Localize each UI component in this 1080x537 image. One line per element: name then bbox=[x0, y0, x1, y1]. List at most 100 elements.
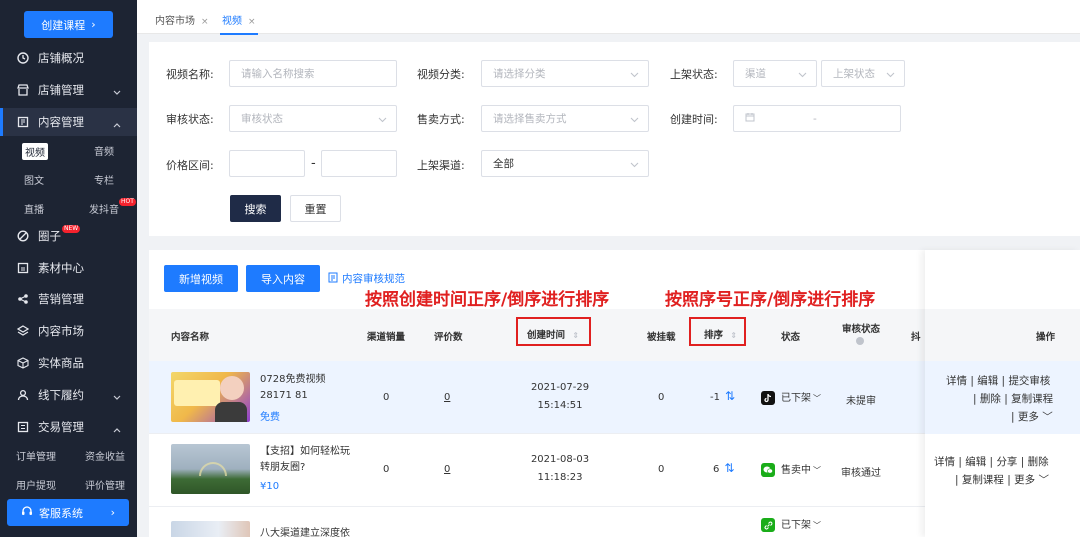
order-cell[interactable]: -1 ⇅ bbox=[710, 389, 735, 403]
sub-item-withdraw[interactable]: 用户提现 bbox=[16, 477, 56, 492]
sub-item-douyin[interactable]: 发抖音 bbox=[89, 201, 119, 216]
shelf-channel-select[interactable]: 全部 bbox=[481, 150, 649, 177]
sub-item-column[interactable]: 专栏 bbox=[94, 172, 114, 187]
content-title[interactable]: 【支招】如何轻松玩转朋友圈? bbox=[260, 444, 352, 476]
order-cell[interactable]: 6 ⇅ bbox=[713, 461, 734, 475]
tab-content-market[interactable]: 内容市场 × bbox=[155, 12, 209, 27]
review-rules-link[interactable]: 内容审核规范 bbox=[328, 271, 405, 286]
details-link[interactable]: 详情 bbox=[946, 375, 967, 387]
wechat-icon bbox=[761, 463, 775, 477]
category-select[interactable]: 请选择分类 bbox=[481, 60, 649, 87]
review-status-label: 审核状态: bbox=[166, 113, 214, 126]
sidebar-item-label: 店铺管理 bbox=[38, 83, 84, 97]
sort-icon: ⇕ bbox=[572, 331, 580, 340]
import-content-button[interactable]: 导入内容 bbox=[246, 265, 320, 292]
channel-select[interactable]: 渠道 bbox=[733, 60, 817, 87]
share-link[interactable]: 分享 bbox=[996, 456, 1017, 468]
edit-link[interactable]: 编辑 bbox=[977, 375, 998, 387]
video-thumbnail[interactable] bbox=[171, 372, 250, 422]
status-cell[interactable]: 已下架 ﹀ bbox=[761, 389, 821, 405]
shelf-channel-label: 上架渠道: bbox=[417, 159, 465, 172]
sort-icon: ⇕ bbox=[730, 331, 738, 340]
review-status-select[interactable]: 审核状态 bbox=[229, 105, 397, 132]
new-badge: NEW bbox=[62, 225, 81, 233]
content-title[interactable]: 0728免费视频28171 81 bbox=[260, 372, 352, 404]
sidebar-item-marketing[interactable]: 营销管理 bbox=[0, 285, 137, 313]
chevron-down-icon bbox=[630, 159, 639, 171]
chevron-down-icon bbox=[630, 114, 639, 126]
reorder-icon[interactable]: ⇅ bbox=[725, 389, 735, 403]
video-name-input[interactable]: 请输入名称搜索 bbox=[229, 60, 397, 87]
placeholder: 渠道 bbox=[745, 68, 766, 80]
status-cell[interactable]: 售卖中 ﹀ bbox=[761, 461, 821, 477]
sub-item-audio[interactable]: 音频 bbox=[94, 143, 114, 158]
video-thumbnail[interactable] bbox=[171, 521, 250, 537]
clock-icon bbox=[16, 52, 29, 65]
sidebar-item-label: 线下履约 bbox=[38, 388, 84, 402]
sidebar-item-offline[interactable]: 线下履约 bbox=[0, 381, 137, 409]
sub-item-orders[interactable]: 订单管理 bbox=[16, 448, 56, 463]
sub-item-video[interactable]: 视频 bbox=[22, 143, 48, 160]
close-icon[interactable]: × bbox=[201, 17, 209, 27]
col-order-sort[interactable]: 排序 ⇕ bbox=[704, 327, 737, 341]
audit-status: 审核通过 bbox=[841, 468, 881, 479]
trade-sub-row-1: 订单管理 资金收益 bbox=[0, 444, 137, 466]
sub-item-live[interactable]: 直播 bbox=[24, 201, 44, 216]
sale-method-select[interactable]: 请选择售卖方式 bbox=[481, 105, 649, 132]
sidebar-item-market[interactable]: 内容市场 bbox=[0, 317, 137, 345]
info-icon[interactable] bbox=[856, 337, 864, 345]
chevron-up-icon bbox=[113, 422, 121, 436]
copy-course-link[interactable]: 复制课程 bbox=[1011, 393, 1053, 405]
copy-course-link[interactable]: 复制课程 bbox=[962, 474, 1004, 486]
box-icon bbox=[16, 357, 29, 370]
chevron-down-icon: ﹀ bbox=[813, 521, 821, 530]
close-icon[interactable]: × bbox=[248, 17, 256, 27]
share-icon bbox=[16, 293, 29, 306]
review-count-link[interactable]: 0 bbox=[444, 392, 450, 403]
content-icon bbox=[16, 116, 29, 129]
reset-button[interactable]: 重置 bbox=[290, 195, 341, 222]
sidebar-item-overview[interactable]: 店铺概况 bbox=[0, 44, 137, 72]
price-max-input[interactable] bbox=[321, 150, 397, 177]
mounted-count: 0 bbox=[658, 392, 665, 403]
chevron-down-icon bbox=[886, 69, 895, 81]
more-dropdown[interactable]: 更多 bbox=[1014, 474, 1035, 486]
delete-link[interactable]: 删除 bbox=[1028, 456, 1049, 468]
created-time-range[interactable]: - bbox=[733, 105, 901, 132]
tab-video[interactable]: 视频 × bbox=[220, 12, 258, 35]
price-min-input[interactable] bbox=[229, 150, 305, 177]
submit-review-link[interactable]: 提交审核 bbox=[1008, 375, 1050, 387]
sub-item-reviews[interactable]: 评价管理 bbox=[85, 477, 125, 492]
placeholder: 请输入名称搜索 bbox=[241, 68, 315, 80]
created-time: 11:18:23 bbox=[537, 472, 583, 483]
create-course-button[interactable]: 创建课程 › bbox=[24, 11, 113, 38]
more-dropdown[interactable]: | 更多 ﹀ bbox=[1011, 409, 1053, 424]
sidebar-item-material[interactable]: 素材中心 bbox=[0, 254, 137, 282]
circle-icon bbox=[16, 230, 29, 243]
sidebar-item-circle[interactable]: 圈子 NEW bbox=[0, 222, 137, 250]
sidebar-item-goods[interactable]: 实体商品 bbox=[0, 349, 137, 377]
status-cell[interactable]: 已下架 ﹀ bbox=[761, 516, 821, 532]
customer-service-button[interactable]: 客服系统 › bbox=[7, 499, 129, 526]
add-video-button[interactable]: 新增视频 bbox=[164, 265, 238, 292]
sidebar-item-trade[interactable]: 交易管理 bbox=[0, 413, 137, 441]
created-date: 2021-07-29 bbox=[530, 382, 590, 393]
sidebar-item-content[interactable]: 内容管理 bbox=[0, 108, 137, 136]
selected-value: 全部 bbox=[493, 158, 514, 170]
sub-item-article[interactable]: 图文 bbox=[24, 172, 44, 187]
col-label: 排序 bbox=[704, 330, 724, 341]
content-title[interactable]: 八大渠道建立深度依 bbox=[260, 524, 350, 537]
reorder-icon[interactable]: ⇅ bbox=[724, 461, 734, 475]
details-link[interactable]: 详情 bbox=[934, 456, 955, 468]
sub-item-funds[interactable]: 资金收益 bbox=[85, 448, 125, 463]
col-created-sort[interactable]: 创建时间 ⇕ bbox=[527, 327, 579, 341]
delete-link[interactable]: 删除 bbox=[980, 393, 1001, 405]
shelf-status-select[interactable]: 上架状态 bbox=[821, 60, 905, 87]
edit-link[interactable]: 编辑 bbox=[965, 456, 986, 468]
chevron-down-icon bbox=[113, 390, 121, 404]
search-button[interactable]: 搜索 bbox=[230, 195, 281, 222]
review-count-link[interactable]: 0 bbox=[444, 464, 450, 475]
channel-sales: 0 bbox=[383, 464, 390, 475]
sidebar-item-store[interactable]: 店铺管理 bbox=[0, 76, 137, 104]
video-thumbnail[interactable] bbox=[171, 444, 250, 494]
